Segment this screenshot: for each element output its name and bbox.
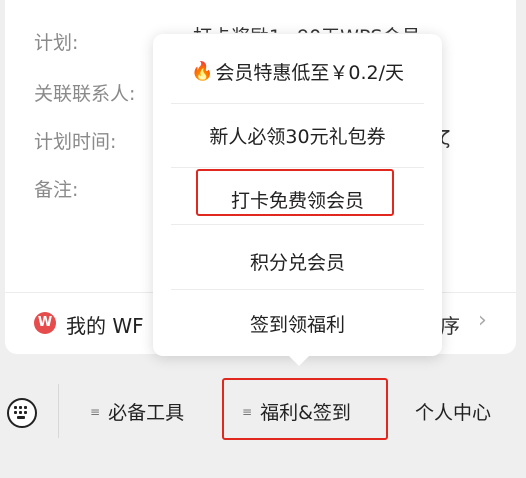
menu-item-newcomer-coupon[interactable]: 新人必领30元礼包券 [171, 104, 424, 167]
field-label-time: 计划时间: [34, 131, 117, 153]
menu-divider [171, 224, 424, 225]
toolbar-item-label: 个人中心 [415, 402, 492, 424]
toolbar-personal-center[interactable]: 个人中心 [415, 398, 491, 425]
menu-item-sign-in-benefits[interactable]: 签到领福利 [171, 292, 424, 355]
keyboard-icon[interactable] [7, 398, 37, 428]
highlight-box [196, 169, 394, 216]
menu-item-label: 新人必领30元礼包券 [209, 126, 386, 148]
menu-item-label: 签到领福利 [249, 314, 345, 336]
highlight-box [222, 378, 388, 440]
field-label-contact: 关联联系人: [34, 83, 136, 105]
chevron-right-icon[interactable]: › [478, 308, 487, 333]
menu-icon: ≡ [90, 404, 101, 419]
toolbar-essential-tools[interactable]: ≡ 必备工具 [90, 398, 184, 425]
toolbar-item-label: 必备工具 [108, 402, 185, 424]
menu-item-points-exchange[interactable]: 积分兑会员 [171, 230, 424, 293]
toolbar-divider [58, 384, 59, 438]
menu-item-member-discount[interactable]: 🔥 会员特惠低至￥0.2/天 [171, 40, 424, 103]
menu-item-label: 积分兑会员 [249, 252, 345, 274]
field-label-note: 备注: [34, 179, 79, 201]
wps-row-tail-text: 序 [440, 314, 460, 338]
wps-logo-icon: W [34, 312, 56, 334]
field-label-plan: 计划: [34, 32, 79, 54]
menu-item-label: 会员特惠低至￥0.2/天 [215, 62, 405, 84]
wps-row-label[interactable]: 我的 WF [66, 310, 144, 339]
fire-icon: 🔥 [190, 61, 214, 82]
welfare-popup-menu: 🔥 会员特惠低至￥0.2/天 新人必领30元礼包券 打卡免费领会员 积分兑会员 … [153, 34, 442, 366]
menu-divider [171, 289, 424, 290]
